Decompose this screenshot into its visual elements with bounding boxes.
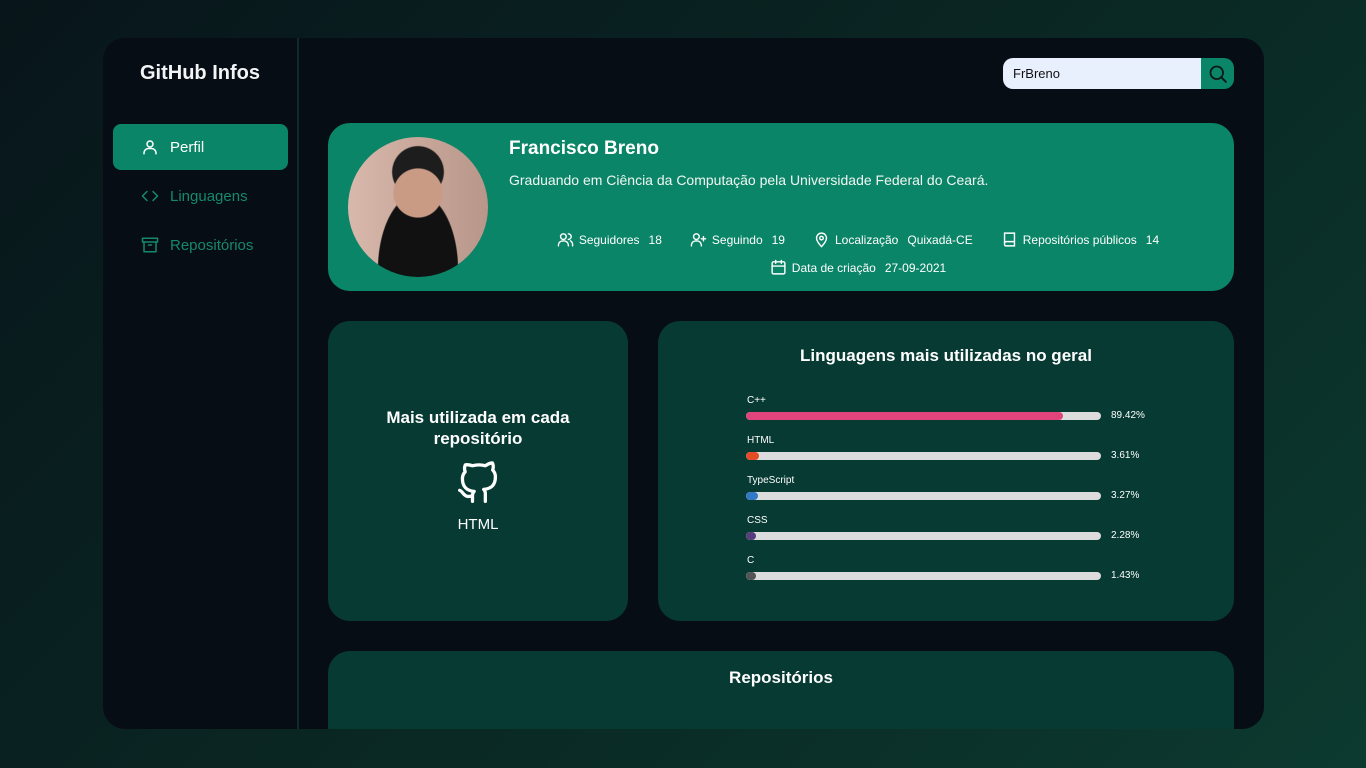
- nav-item-label: Linguagens: [170, 187, 248, 205]
- repositories-card: Repositórios: [328, 651, 1234, 729]
- stat-value: 18: [648, 232, 662, 247]
- language-name: CSS: [747, 515, 768, 526]
- language-row: C 1.43%: [746, 555, 1156, 595]
- language-percent: 3.61%: [1111, 450, 1140, 461]
- language-percent: 1.43%: [1111, 570, 1140, 581]
- nav-item-perfil[interactable]: Perfil: [113, 124, 288, 170]
- language-bar-fill: [746, 492, 758, 500]
- users-icon: [557, 233, 574, 247]
- archive-icon: [141, 237, 159, 253]
- sidebar: GitHub Infos Perfil Linguagens Repositór…: [103, 38, 299, 729]
- language-percent: 3.27%: [1111, 490, 1140, 501]
- code-icon: [141, 190, 159, 202]
- languages-title: Linguagens mais utilizadas no geral: [800, 346, 1092, 365]
- language-row: TypeScript 3.27%: [746, 475, 1156, 515]
- language-percent: 89.42%: [1111, 410, 1145, 421]
- language-name: HTML: [747, 435, 775, 446]
- profile-stats: Seguidores 18 Seguindo 19 Localização Qu…: [328, 231, 1234, 276]
- language-row: C++ 89.42%: [746, 395, 1156, 435]
- nav-item-linguagens[interactable]: Linguagens: [113, 173, 288, 219]
- stat-location: Localização Quixadá-CE: [813, 231, 973, 248]
- stat-label: Seguindo: [711, 232, 763, 247]
- language-bar-track: [746, 412, 1101, 420]
- most-used-language: HTML: [457, 516, 499, 533]
- profile-card: Francisco Breno Graduando em Ciência da …: [328, 123, 1234, 291]
- stat-public-repos: Repositórios públicos 14: [1001, 231, 1159, 248]
- stat-value: 27-09-2021: [884, 260, 947, 275]
- search-icon: [1209, 65, 1227, 83]
- profile-bio: Graduando em Ciência da Computação pela …: [509, 172, 989, 188]
- language-bar-track: [746, 572, 1101, 580]
- language-bar-track: [746, 452, 1101, 460]
- language-bar-fill: [746, 572, 756, 580]
- stat-value: 14: [1145, 232, 1160, 247]
- github-icon: [458, 461, 498, 503]
- most-used-card: Mais utilizada em cada repositório HTML: [328, 321, 628, 621]
- user-icon: [143, 140, 157, 155]
- language-bar-fill: [746, 452, 759, 460]
- language-row: CSS 2.28%: [746, 515, 1156, 555]
- user-plus-icon: [690, 233, 707, 247]
- stat-label: Repositórios públicos: [1022, 232, 1137, 247]
- profile-name: Francisco Breno: [509, 138, 659, 159]
- language-percent: 2.28%: [1111, 530, 1140, 541]
- stat-following: Seguindo 19: [690, 231, 785, 248]
- language-bar-fill: [746, 412, 1064, 420]
- nav-item-label: Perfil: [170, 138, 205, 156]
- stat-label: Seguidores: [578, 232, 640, 247]
- language-bar-track: [746, 532, 1101, 540]
- stat-label: Data de criação: [791, 260, 876, 275]
- book-icon: [1003, 232, 1015, 247]
- search-button[interactable]: [1201, 58, 1234, 89]
- language-bar-track: [746, 492, 1101, 500]
- search-bar: [1003, 58, 1234, 89]
- nav-item-repositorios[interactable]: Repositórios: [113, 222, 288, 268]
- calendar-icon: [771, 259, 786, 275]
- most-used-title: Mais utilizada em cada repositório: [386, 408, 570, 448]
- language-row: HTML 3.61%: [746, 435, 1156, 475]
- map-pin-icon: [815, 232, 828, 248]
- language-name: C: [747, 555, 755, 566]
- nav-item-label: Repositórios: [170, 236, 254, 254]
- brand-title: GitHub Infos: [140, 62, 260, 84]
- stat-value: 19: [771, 232, 785, 247]
- stat-value: Quixadá-CE: [907, 232, 973, 247]
- app-window: GitHub Infos Perfil Linguagens Repositór…: [103, 38, 1264, 729]
- language-name: C++: [747, 395, 766, 406]
- language-bar-fill: [746, 532, 756, 540]
- stat-followers: Seguidores 18: [557, 231, 662, 248]
- search-input[interactable]: [1003, 58, 1201, 89]
- repositories-title: Repositórios: [729, 668, 833, 687]
- stat-label: Localização: [834, 232, 899, 247]
- stat-created: Data de criação 27-09-2021: [770, 259, 946, 276]
- language-name: TypeScript: [747, 475, 795, 486]
- languages-card: Linguagens mais utilizadas no geral C++ 8…: [658, 321, 1234, 621]
